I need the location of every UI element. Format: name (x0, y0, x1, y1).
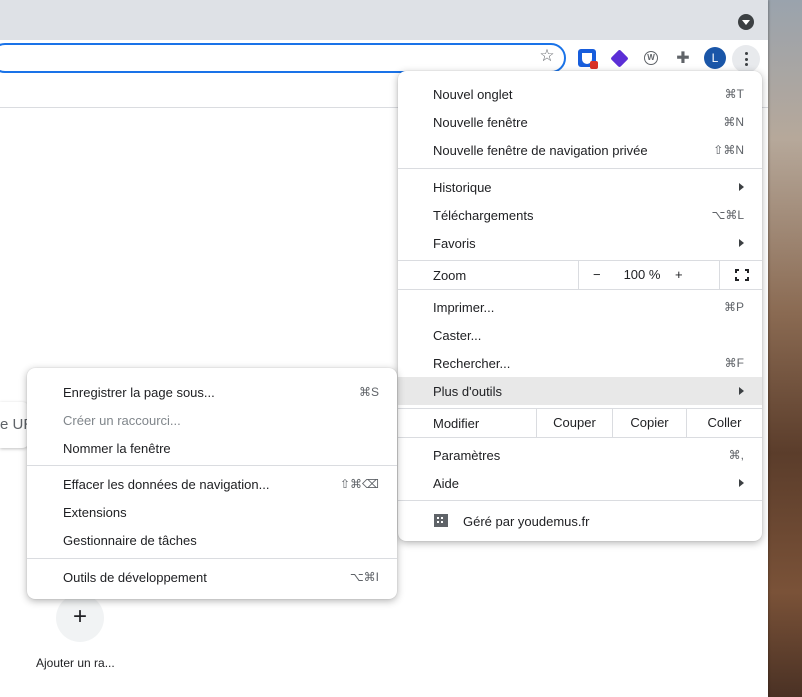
paste-button[interactable]: Coller (686, 408, 762, 438)
managed-by-row[interactable]: Géré par youdemus.fr (398, 508, 762, 534)
desktop-wallpaper (768, 0, 802, 697)
menu-item-name-window[interactable]: Nommer la fenêtre (27, 434, 397, 462)
add-shortcut-button[interactable]: + (56, 594, 104, 642)
more-tools-submenu: Enregistrer la page sous... ⌘S Créer un … (27, 368, 397, 599)
zoom-out-button[interactable]: − (593, 267, 601, 282)
menu-divider (27, 558, 397, 559)
star-icon[interactable]: ☆ (538, 47, 556, 65)
bitwarden-extension-icon[interactable] (578, 49, 598, 69)
menu-item-task-manager[interactable]: Gestionnaire de tâches (27, 526, 397, 554)
menu-item-create-shortcut[interactable]: Créer un raccourci... (27, 406, 397, 434)
layers-extension-icon[interactable] (609, 48, 629, 68)
menu-item-cast[interactable]: Caster... (398, 321, 762, 349)
zoom-label: Zoom (433, 267, 467, 283)
zoom-row: Zoom − 100 % + (398, 260, 762, 290)
address-bar[interactable] (0, 43, 566, 73)
avatar[interactable]: L (704, 47, 726, 69)
chrome-main-menu: Nouvel onglet ⌘T Nouvelle fenêtre ⌘N Nou… (398, 71, 762, 541)
menu-divider (398, 289, 762, 290)
menu-item-new-window[interactable]: Nouvelle fenêtre ⌘N (398, 108, 762, 136)
edit-label: Modifier (433, 416, 480, 431)
menu-item-more-tools[interactable]: Plus d'outils (398, 377, 762, 405)
menu-item-dev-tools[interactable]: Outils de développement ⌥⌘I (27, 563, 397, 591)
menu-item-settings[interactable]: Paramètres ⌘, (398, 441, 762, 469)
edit-row: Modifier Couper Copier Coller (398, 408, 762, 438)
wordpress-extension-icon[interactable]: W (642, 49, 660, 67)
tab-search-icon[interactable] (738, 14, 754, 30)
building-icon (434, 514, 448, 527)
chevron-right-icon (739, 239, 744, 247)
menu-item-save-page[interactable]: Enregistrer la page sous... ⌘S (27, 378, 397, 406)
puzzle-icon[interactable]: ✚ (674, 49, 692, 67)
menu-divider (398, 500, 762, 501)
fullscreen-icon[interactable] (719, 260, 763, 290)
menu-item-downloads[interactable]: Téléchargements ⌥⌘L (398, 201, 762, 229)
menu-item-print[interactable]: Imprimer... ⌘P (398, 293, 762, 321)
zoom-in-button[interactable]: + (675, 267, 683, 282)
menu-item-help[interactable]: Aide (398, 469, 762, 497)
chevron-right-icon (739, 479, 744, 487)
menu-item-find[interactable]: Rechercher... ⌘F (398, 349, 762, 377)
zoom-controls: − 100 % + (578, 260, 762, 290)
menu-divider (27, 465, 397, 466)
copy-button[interactable]: Copier (612, 408, 686, 438)
add-shortcut-label: Ajouter un ra... (36, 656, 115, 670)
menu-divider (398, 437, 762, 438)
menu-item-clear-data[interactable]: Effacer les données de navigation... ⇧⌘⌫ (27, 470, 397, 498)
chevron-right-icon (739, 387, 744, 395)
tab-strip (0, 0, 768, 40)
menu-item-bookmarks[interactable]: Favoris (398, 229, 762, 257)
search-box[interactable]: e UR (0, 402, 30, 448)
menu-divider (398, 168, 762, 169)
menu-item-history[interactable]: Historique (398, 173, 762, 201)
menu-item-new-tab[interactable]: Nouvel onglet ⌘T (398, 80, 762, 108)
menu-item-extensions[interactable]: Extensions (27, 498, 397, 526)
kebab-menu-icon[interactable] (732, 45, 760, 73)
cut-button[interactable]: Couper (536, 408, 612, 438)
menu-item-incognito[interactable]: Nouvelle fenêtre de navigation privée ⇧⌘… (398, 136, 762, 164)
zoom-level: 100 % (623, 267, 661, 282)
chevron-right-icon (739, 183, 744, 191)
